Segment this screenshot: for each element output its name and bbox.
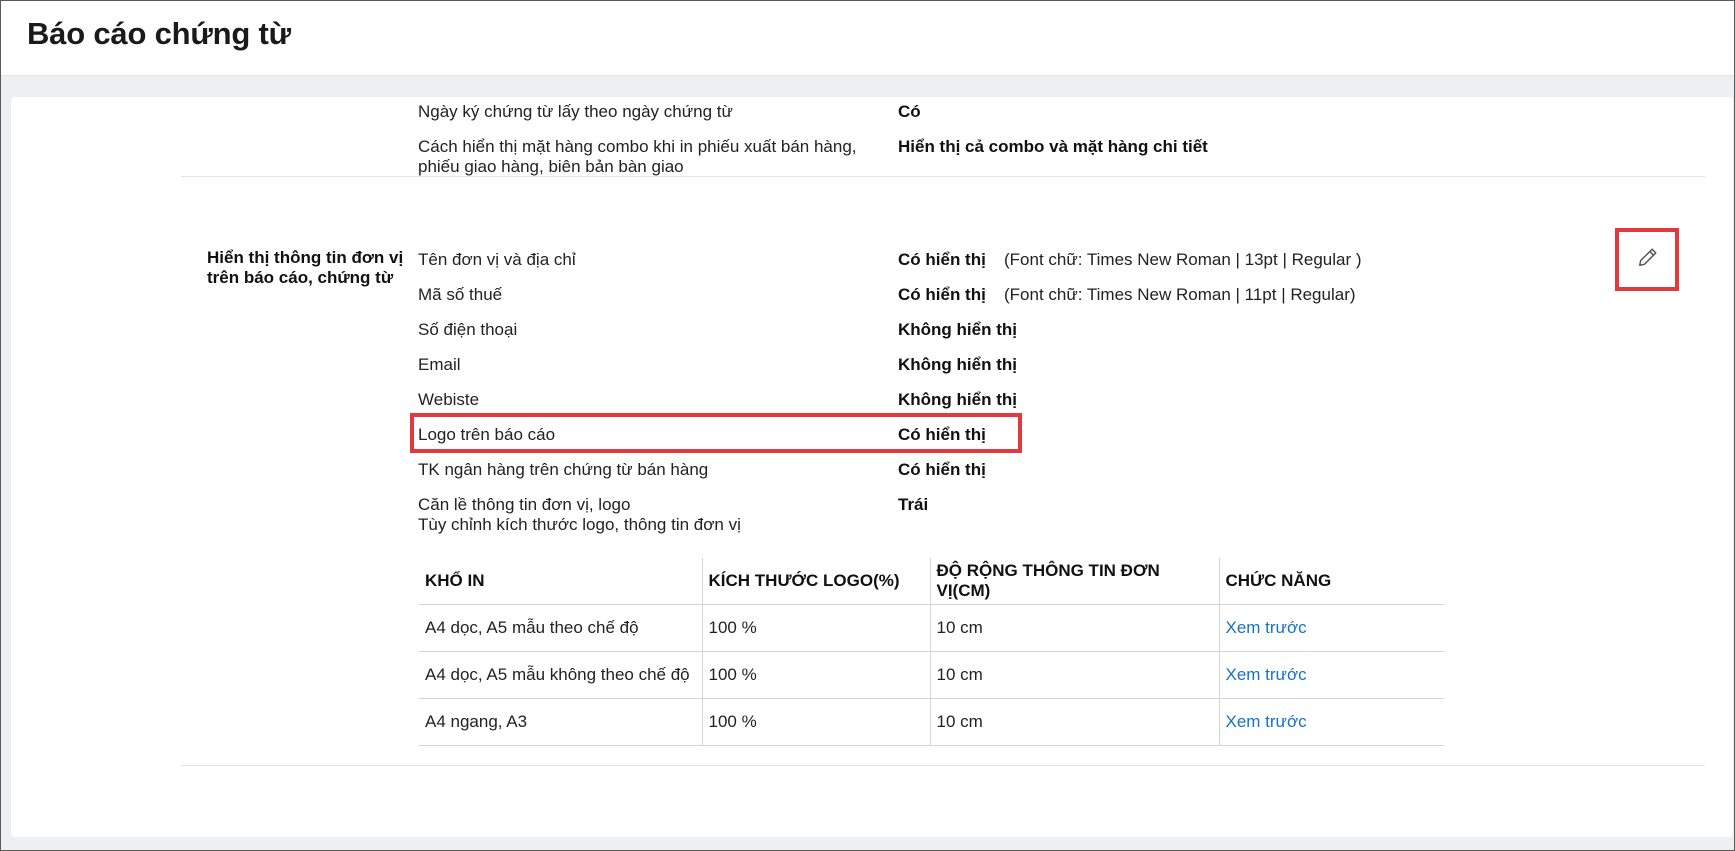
row-note-unit-name: (Font chữ: Times New Roman | 13pt | Regu… <box>1004 250 1362 269</box>
cell-paper: A4 ngang, A3 <box>419 698 703 746</box>
page-header: Báo cáo chứng từ <box>1 1 1734 76</box>
row-value-tax-code: Có hiển thị <box>898 285 986 304</box>
header-function: CHỨC NĂNG <box>1219 558 1444 605</box>
table-row: A4 dọc, A5 mẫu không theo chế độ 100 % 1… <box>419 651 1444 699</box>
row-value-phone: Không hiển thị <box>898 320 1017 339</box>
row-label-logo: Logo trên báo cáo <box>418 425 556 444</box>
setting-label-combo-line2: phiếu giao hàng, biên bản bàn giao <box>418 157 684 176</box>
preview-link[interactable]: Xem trước <box>1226 665 1307 684</box>
cell-width: 10 cm <box>930 698 1220 746</box>
page-title: Báo cáo chứng từ <box>27 16 291 51</box>
row-value-email: Không hiển thị <box>898 355 1017 374</box>
cell-width: 10 cm <box>930 651 1220 699</box>
setting-label-combo-line1: Cách hiển thị mặt hàng combo khi in phiế… <box>418 137 857 156</box>
cell-paper: A4 dọc, A5 mẫu theo chế độ <box>419 604 703 652</box>
divider <box>181 765 1705 766</box>
cell-width: 10 cm <box>930 604 1220 652</box>
edit-button[interactable] <box>1631 242 1665 276</box>
row-value-logo: Có hiển thị <box>898 425 986 444</box>
setting-value-combo: Hiển thị cả combo và mặt hàng chi tiết <box>898 137 1208 156</box>
preview-link[interactable]: Xem trước <box>1226 618 1307 637</box>
cell-paper: A4 dọc, A5 mẫu không theo chế độ <box>419 651 703 699</box>
section-title-line2: trên báo cáo, chứng từ <box>207 268 394 287</box>
table-row: A4 dọc, A5 mẫu theo chế độ 100 % 10 cm X… <box>419 604 1444 652</box>
preview-link[interactable]: Xem trước <box>1226 712 1307 731</box>
table-header-row: KHỔ IN KÍCH THƯỚC LOGO(%) ĐỘ RỘNG THÔNG … <box>419 558 1444 605</box>
header-paper-size: KHỔ IN <box>419 558 703 605</box>
row-label-phone: Số điện thoại <box>418 320 518 339</box>
cell-logo-size: 100 % <box>702 651 931 699</box>
row-label-unit-name: Tên đơn vị và địa chỉ <box>418 250 576 269</box>
row-value-website: Không hiển thị <box>898 390 1017 409</box>
row-value-alignment: Trái <box>898 495 929 514</box>
row-value-unit-name: Có hiển thị <box>898 250 986 269</box>
setting-label-sign-date: Ngày ký chứng từ lấy theo ngày chứng từ <box>418 102 733 121</box>
header-logo-size: KÍCH THƯỚC LOGO(%) <box>702 558 931 605</box>
cell-logo-size: 100 % <box>702 698 931 746</box>
logo-size-table: KHỔ IN KÍCH THƯỚC LOGO(%) ĐỘ RỘNG THÔNG … <box>419 558 1444 746</box>
row-label-website: Webiste <box>418 390 480 409</box>
row-value-bank-account: Có hiển thị <box>898 460 986 479</box>
setting-value-sign-date: Có <box>898 102 921 121</box>
row-label-alignment: Căn lề thông tin đơn vị, logo <box>418 495 631 514</box>
row-label-tax-code: Mã số thuế <box>418 285 503 304</box>
section-title-line1: Hiển thị thông tin đơn vị <box>207 248 404 267</box>
custom-size-label: Tùy chỉnh kích thước logo, thông tin đơn… <box>418 515 741 534</box>
table-row: A4 ngang, A3 100 % 10 cm Xem trước <box>419 698 1444 746</box>
row-label-email: Email <box>418 355 461 374</box>
pencil-icon <box>1637 246 1659 273</box>
divider <box>181 176 1705 177</box>
header-unit-width: ĐỘ RỘNG THÔNG TIN ĐƠN VỊ(CM) <box>930 558 1220 605</box>
row-label-bank-account: TK ngân hàng trên chứng từ bán hàng <box>418 460 709 479</box>
cell-logo-size: 100 % <box>702 604 931 652</box>
row-note-tax-code: (Font chữ: Times New Roman | 11pt | Regu… <box>1004 285 1356 304</box>
